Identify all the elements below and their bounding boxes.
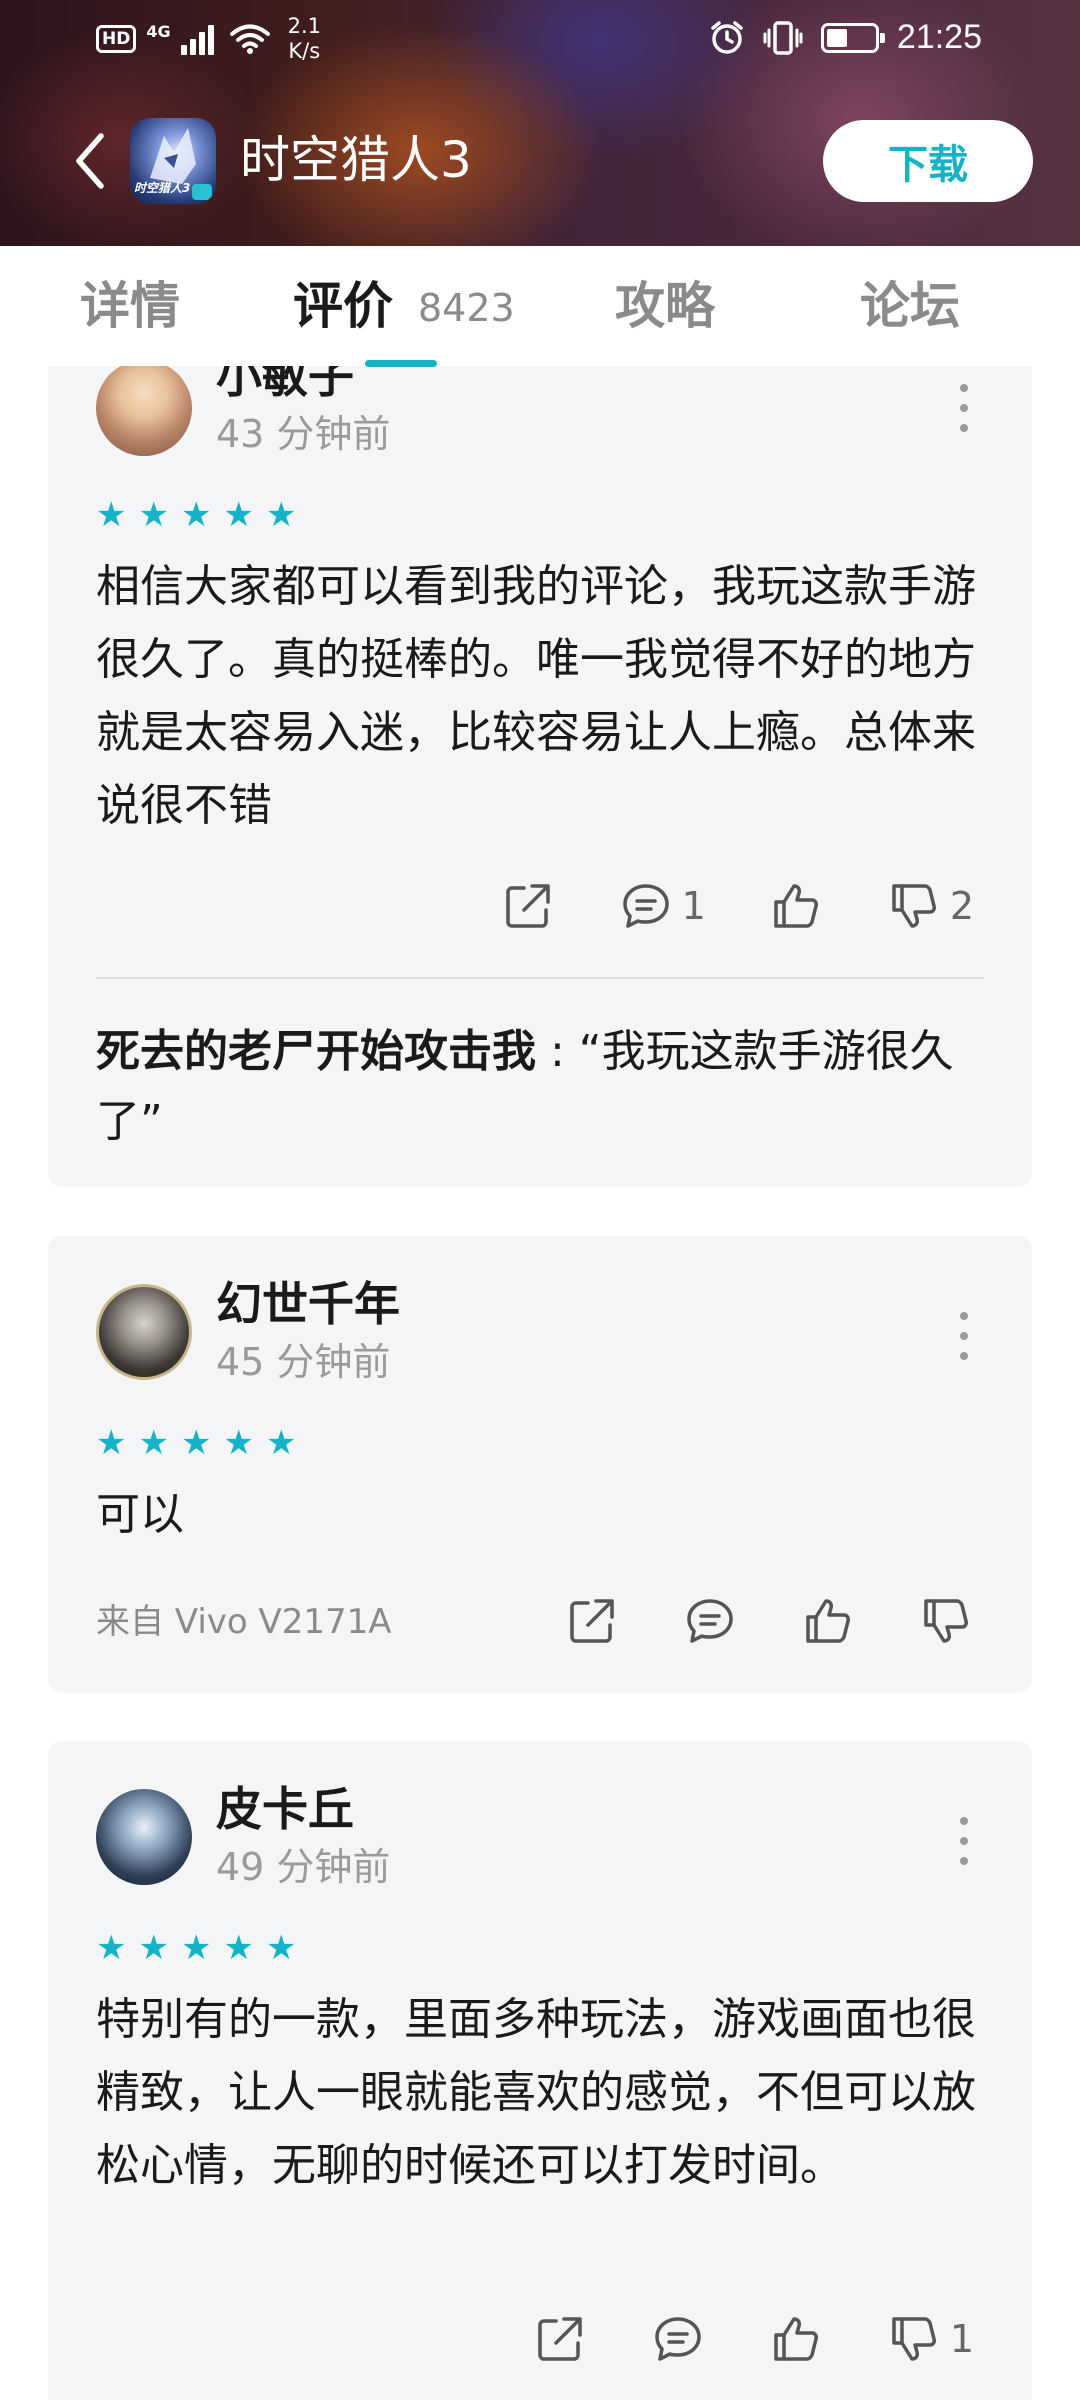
thumbs-down-icon: [918, 1593, 974, 1649]
thumbs-up-icon: [800, 1593, 856, 1649]
tab-forum[interactable]: 论坛: [860, 276, 960, 336]
reply-preview[interactable]: 死去的老尸开始攻击我 : “我玩这款手游很久了”: [96, 1017, 996, 1157]
share-icon: [532, 2311, 588, 2367]
vibrate-icon: [763, 20, 803, 55]
status-bar: HD 4G 2.1 K/s 21:25: [0, 0, 1080, 80]
comment-icon: [650, 2311, 706, 2367]
alarm-icon: [711, 20, 743, 54]
reply-separator: :: [536, 1026, 579, 1077]
like-button[interactable]: [800, 1591, 856, 1651]
divider: [96, 977, 984, 979]
star-icon: ★: [138, 1423, 169, 1463]
star-icon: ★: [223, 495, 254, 535]
comment-icon: [682, 1593, 738, 1649]
tab-reviews[interactable]: 评价: [293, 276, 393, 336]
hd-indicator: HD: [96, 25, 137, 53]
app-icon-logo-text: 时空猎人3: [134, 181, 191, 195]
dislike-count: 2: [949, 884, 974, 928]
star-rating: ★ ★ ★ ★ ★: [96, 498, 296, 532]
app-bar: 时空猎人3 时空猎人3 下载: [0, 100, 1080, 230]
speed-value: 2.1: [287, 14, 322, 38]
review-time: 45 分钟前: [216, 1340, 391, 1384]
app-title: 时空猎人3: [240, 131, 472, 189]
more-options-button[interactable]: [954, 1312, 974, 1360]
battery-icon: [820, 22, 885, 53]
star-icon: ★: [180, 495, 212, 535]
thumbs-up-icon: [768, 878, 824, 934]
tab-guides[interactable]: 攻略: [615, 276, 715, 336]
star-icon: ★: [96, 495, 127, 535]
review-username[interactable]: 幻世千年: [216, 1276, 400, 1332]
comment-button[interactable]: 1: [618, 876, 706, 936]
device-label: 来自 Vivo V2171A: [96, 1602, 392, 1642]
star-icon: ★: [138, 495, 169, 535]
dislike-button[interactable]: 1: [886, 2309, 974, 2369]
review-card[interactable]: 小敏子 43 分钟前 ★ ★ ★ ★ ★ 相信大家都可以看到我的评论，我玩这款手…: [48, 280, 1032, 1187]
star-icon: ★: [96, 1928, 127, 1968]
network-speed: 2.1 K/s: [288, 14, 321, 64]
reviews-count: 8423: [418, 286, 515, 330]
tv-badge-icon: [192, 184, 212, 200]
star-icon: ★: [180, 1423, 212, 1463]
review-actions: [502, 1591, 974, 1651]
comment-count: 1: [681, 884, 706, 928]
more-options-button[interactable]: [954, 1817, 974, 1865]
chevron-left-icon: [76, 133, 104, 189]
like-button[interactable]: [768, 2309, 824, 2369]
active-tab-indicator: [365, 360, 437, 367]
share-button[interactable]: [564, 1591, 620, 1651]
app-header: HD 4G 2.1 K/s 21:25 时空猎人3 时空猎人3 下载: [0, 0, 1080, 246]
wifi-icon: [229, 24, 270, 54]
star-icon: ★: [223, 1423, 254, 1463]
download-button[interactable]: 下载: [823, 120, 1033, 202]
like-button[interactable]: [768, 876, 824, 936]
star-icon: ★: [180, 1928, 212, 1968]
star-icon: ★: [138, 1928, 169, 1968]
star-icon: ★: [265, 495, 297, 535]
more-options-button[interactable]: [954, 384, 974, 432]
reply-username[interactable]: 死去的老尸开始攻击我: [96, 1026, 536, 1077]
review-username[interactable]: 皮卡丘: [216, 1781, 354, 1837]
share-button[interactable]: [500, 876, 556, 936]
review-card[interactable]: 幻世千年 45 分钟前 ★ ★ ★ ★ ★ 可以 来自 Vivo V2171A: [48, 1236, 1032, 1693]
review-text: 特别有的一款，里面多种玩法，游戏画面也很精致，让人一眼就能喜欢的感觉，不但可以放…: [96, 1994, 976, 2191]
star-icon: ★: [223, 1928, 254, 1968]
network-type: 4G: [146, 21, 171, 41]
star-icon: ★: [265, 1423, 297, 1463]
review-time: 43 分钟前: [216, 412, 391, 456]
tab-details[interactable]: 详情: [80, 276, 180, 336]
thumbs-up-icon: [768, 2311, 824, 2367]
share-icon: [564, 1593, 620, 1649]
dislike-button[interactable]: [918, 1591, 974, 1651]
share-button[interactable]: [532, 2309, 588, 2369]
review-text: 可以: [96, 1489, 184, 1540]
share-icon: [500, 878, 556, 934]
review-actions: 1: [470, 2309, 974, 2369]
star-rating: ★ ★ ★ ★ ★: [96, 1426, 296, 1460]
star-icon: ★: [96, 1423, 127, 1463]
star-icon: ★: [265, 1928, 297, 1968]
dislike-count: 1: [949, 2317, 974, 2361]
review-card[interactable]: 皮卡丘 49 分钟前 ★ ★ ★ ★ ★ 特别有的一款，里面多种玩法，游戏画面也…: [48, 1741, 1032, 2400]
app-icon: 时空猎人3: [130, 118, 216, 204]
clock: 21:25: [896, 18, 982, 56]
tab-bar: 详情 评价 8423 攻略 论坛: [0, 246, 1080, 367]
star-rating: ★ ★ ★ ★ ★: [96, 1931, 296, 1965]
review-text: 相信大家都可以看到我的评论，我玩这款手游很久了。真的挺棒的。唯一我觉得不好的地方…: [96, 561, 976, 831]
review-actions: 1 2: [438, 876, 974, 936]
thumbs-down-icon: [886, 878, 942, 934]
review-time: 49 分钟前: [216, 1845, 391, 1889]
signal-icon: [180, 23, 214, 55]
comment-button[interactable]: [682, 1591, 738, 1651]
avatar[interactable]: [96, 1789, 192, 1885]
comment-icon: [618, 878, 674, 934]
avatar[interactable]: [96, 360, 192, 456]
thumbs-down-icon: [886, 2311, 942, 2367]
comment-button[interactable]: [650, 2309, 706, 2369]
avatar[interactable]: [96, 1284, 192, 1380]
dislike-button[interactable]: 2: [886, 876, 974, 936]
back-button[interactable]: [60, 124, 120, 198]
speed-unit: K/s: [288, 39, 321, 63]
